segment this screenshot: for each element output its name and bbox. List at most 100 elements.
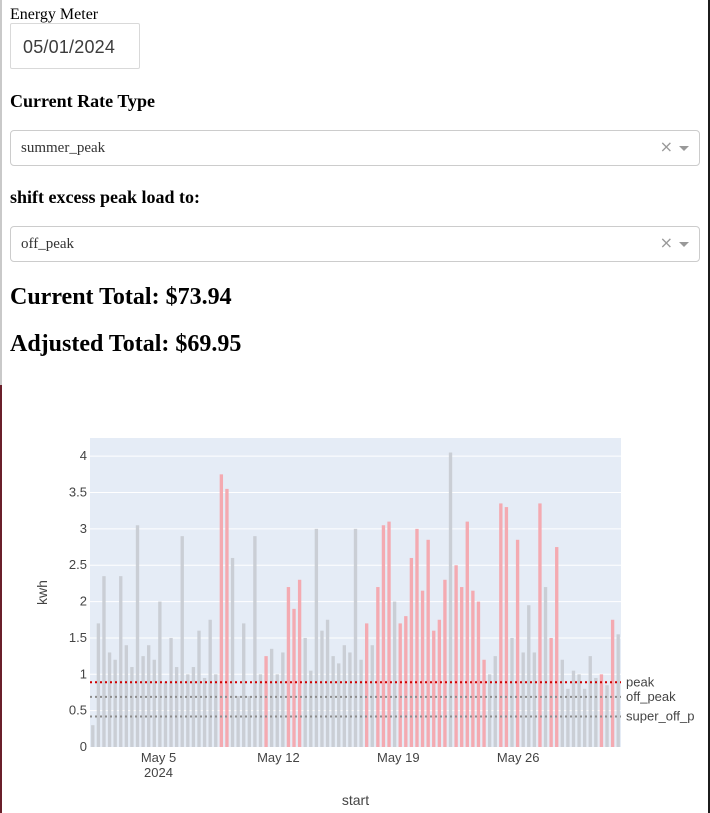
bar-excess: [409, 557, 414, 747]
bar: [186, 674, 190, 747]
bar: [107, 652, 112, 747]
bar: [392, 601, 397, 747]
y-axis-title: kwh: [34, 580, 50, 605]
dropdown-arrow-icon[interactable]: [679, 242, 689, 247]
bar: [242, 623, 246, 747]
bar: [275, 674, 279, 747]
shift-load-label: shift excess peak load to:: [10, 187, 200, 207]
bar: [571, 670, 576, 747]
app-title: Energy Meter: [10, 6, 99, 23]
bar: [314, 528, 319, 747]
bar-excess: [476, 601, 481, 747]
bar: [130, 667, 134, 747]
bar-excess: [376, 587, 380, 747]
bar: [269, 648, 274, 747]
y-tick-label: 2: [80, 594, 87, 609]
bar: [141, 656, 145, 747]
bar: [214, 674, 218, 747]
bar-excess: [415, 528, 419, 747]
bar: [208, 619, 212, 747]
bar-excess: [219, 474, 224, 747]
bar: [353, 528, 358, 747]
date-picker-input[interactable]: 05/01/2024: [10, 23, 140, 69]
bar-excess: [387, 521, 391, 747]
x-tick-label: May 19: [377, 750, 420, 765]
bar-excess: [499, 503, 503, 747]
bar: [325, 619, 330, 747]
bar: [158, 601, 162, 747]
bar: [102, 576, 106, 747]
bar-excess: [549, 637, 553, 747]
bar-excess: [365, 623, 369, 747]
dropdown-arrow-icon[interactable]: [679, 146, 689, 151]
bar-excess: [599, 674, 604, 747]
bar: [521, 652, 525, 747]
y-tick-label: 3.5: [69, 485, 87, 500]
bar: [448, 452, 453, 747]
bar: [91, 725, 95, 747]
clear-icon[interactable]: ×: [660, 137, 673, 156]
y-tick-label: 4: [80, 448, 87, 463]
bar: [119, 576, 123, 747]
bar: [96, 623, 101, 747]
bar-excess: [286, 587, 291, 747]
current-total: Current Total: $73.94: [10, 284, 232, 310]
y-tick-label: 0: [80, 739, 87, 754]
y-tick-label: 1.5: [69, 630, 87, 645]
bar: [337, 663, 341, 747]
bar: [197, 630, 201, 747]
bar: [169, 637, 173, 747]
rate-type-value: summer_peak: [21, 140, 106, 156]
bar: [147, 645, 151, 747]
bar: [577, 674, 581, 747]
bar-excess: [460, 587, 464, 747]
rate-line-label: peak: [626, 674, 655, 689]
bar-excess: [538, 503, 542, 747]
bar: [236, 696, 240, 747]
clear-icon[interactable]: ×: [660, 233, 673, 252]
bar-excess: [437, 619, 442, 747]
bar-excess: [225, 488, 229, 747]
bar: [493, 656, 497, 747]
bar: [247, 696, 251, 747]
bar-excess: [465, 521, 469, 747]
bar: [163, 681, 168, 747]
energy-usage-chart[interactable]: 0 0.5 1 1.5 2 2.5 3 3.5 4 peak off_peak super_off_p…: [0, 420, 710, 813]
rate-line-label: off_peak: [626, 689, 676, 704]
bar-excess: [454, 565, 458, 747]
bar-excess: [504, 507, 509, 747]
bar: [258, 674, 263, 747]
bar: [594, 677, 598, 747]
bar-excess: [610, 619, 615, 747]
adjusted-total: Adjusted Total: $69.95: [10, 331, 242, 357]
bar-excess: [292, 608, 296, 747]
bar: [527, 605, 531, 747]
bar: [113, 659, 117, 747]
bar: [359, 659, 363, 747]
bar: [588, 656, 592, 747]
bar: [281, 652, 285, 747]
bar: [253, 536, 257, 747]
y-tick-label: 3: [80, 521, 87, 536]
y-tick-label: 1: [80, 666, 87, 681]
shift-load-dropdown[interactable]: off_peak ×: [10, 226, 700, 262]
rate-type-label: Current Rate Type: [10, 91, 155, 111]
bar: [487, 674, 492, 747]
bar-excess: [432, 630, 436, 747]
bar-excess: [420, 590, 425, 747]
x-tick-label: May 5: [141, 750, 176, 765]
bar: [174, 667, 179, 747]
x-tick-label: May 26: [497, 750, 540, 765]
shift-load-value: off_peak: [21, 236, 75, 252]
bar: [135, 525, 140, 747]
bar: [191, 667, 196, 747]
rate-line-label: super_off_p: [626, 708, 694, 723]
chart-svg: 0 0.5 1 1.5 2 2.5 3 3.5 4 peakoff_peak super_off_p…: [34, 438, 694, 808]
bar-excess: [381, 525, 386, 747]
bar: [331, 656, 335, 747]
bar: [616, 634, 620, 747]
rate-type-dropdown[interactable]: summer_peak ×: [10, 130, 700, 166]
bar: [303, 637, 307, 747]
x-tick-sublabel: 2024: [144, 765, 173, 780]
bar: [320, 630, 324, 747]
